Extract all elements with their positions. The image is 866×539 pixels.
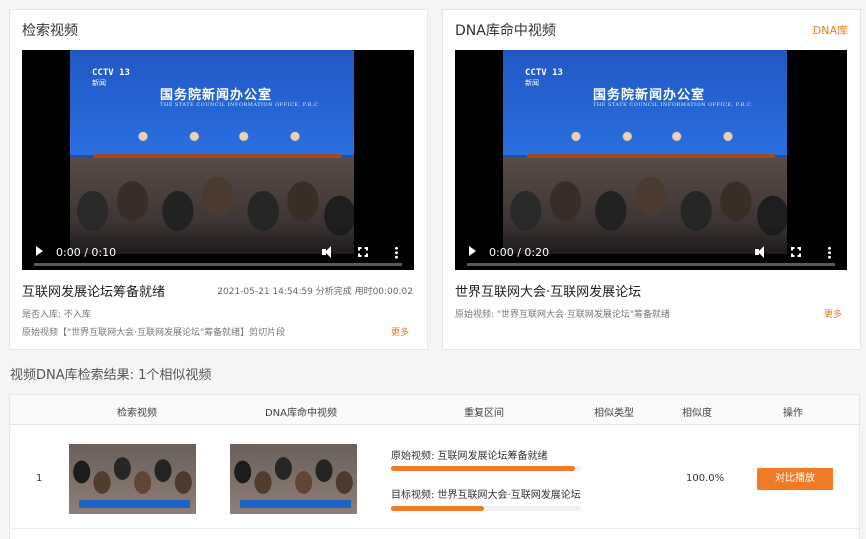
target-segment-label: 目标视频: 世界互联网大会·互联网发展论坛: [391, 490, 581, 501]
video-player[interactable]: CCTV 13 新闻 国务院新闻办公室 THE STATE COUNCIL INF…: [22, 50, 414, 270]
source-segment-track: [391, 466, 581, 471]
card-title: DNA库命中视频: [455, 23, 556, 39]
row-index: 1: [36, 473, 43, 484]
header-dna-hit-video: DNA库命中视频: [264, 408, 338, 419]
video-time: 0:00 / 0:10: [56, 246, 117, 259]
video-title: 世界互联网大会·互联网发展论坛: [455, 285, 642, 300]
search-video-thumbnail[interactable]: [69, 444, 196, 514]
dna-library-link[interactable]: DNA库: [813, 22, 848, 38]
video-progress-bar[interactable]: [467, 263, 835, 266]
search-video-card: 检索视频 CCTV 13 新闻 国务院新闻办公室 THE STATE COUNCI…: [9, 9, 428, 350]
video-controls: 0:00 / 0:10: [22, 224, 414, 270]
analysis-status: 2021-05-21 14:54:59 分析完成 用时00:00:02: [217, 287, 413, 297]
thumbnail-caption-bar: [240, 500, 351, 508]
video-brand-subtext: THE STATE COUNCIL INFORMATION OFFICE, P.…: [160, 102, 319, 108]
original-video-info: 原始视频【"世界互联网大会·互联网发展论坛"筹备就绪】剪切片段: [22, 328, 286, 338]
video-brand-subtext: THE STATE COUNCIL INFORMATION OFFICE, P.…: [593, 102, 752, 108]
header-similarity: 相似度: [682, 408, 712, 419]
more-link[interactable]: 更多: [391, 325, 409, 338]
similarity-value: 100.0%: [686, 473, 725, 484]
video-progress-bar[interactable]: [34, 263, 402, 266]
video-officials: [557, 128, 747, 156]
table-header: 检索视频 DNA库命中视频 重复区间 相似类型 相似度 操作: [10, 395, 859, 425]
header-similar-type: 相似类型: [594, 408, 634, 419]
header-search-video: 检索视频: [117, 408, 157, 419]
channel-logo: CCTV 13 新闻: [92, 68, 130, 87]
results-title: 视频DNA库检索结果: 1个相似视频: [10, 368, 212, 383]
fullscreen-icon[interactable]: [791, 247, 801, 257]
header-actions: 操作: [783, 408, 803, 419]
volume-icon[interactable]: [322, 246, 334, 258]
play-icon[interactable]: [469, 246, 476, 256]
source-segment-label: 原始视频: 互联网发展论坛筹备就绪: [391, 451, 548, 462]
video-brand-text: 国务院新闻办公室: [160, 88, 273, 103]
target-segment-fill: [391, 506, 485, 511]
fullscreen-icon[interactable]: [358, 247, 368, 257]
in-library-status: 是否入库: 不入库: [22, 310, 91, 320]
more-link[interactable]: 更多: [824, 307, 842, 320]
compare-play-button[interactable]: 对比播放: [757, 468, 833, 490]
dna-hit-video-card: DNA库命中视频 DNA库 CCTV 13 新闻 国务院新闻办公室 THE STA…: [442, 9, 861, 350]
channel-logo: CCTV 13 新闻: [525, 68, 563, 87]
play-icon[interactable]: [36, 246, 43, 256]
results-table: 检索视频 DNA库命中视频 重复区间 相似类型 相似度 操作 1 原始视频: 互…: [9, 394, 860, 539]
video-time: 0:00 / 0:20: [489, 246, 550, 259]
thumbnail-caption-bar: [79, 500, 190, 508]
video-officials: [124, 128, 314, 156]
video-title: 互联网发展论坛筹备就绪: [22, 285, 166, 300]
more-options-icon[interactable]: [828, 246, 831, 259]
video-brand-text: 国务院新闻办公室: [593, 88, 706, 103]
source-segment-fill: [391, 466, 576, 471]
dna-hit-thumbnail[interactable]: [230, 444, 357, 514]
video-player[interactable]: CCTV 13 新闻 国务院新闻办公室 THE STATE COUNCIL INF…: [455, 50, 847, 270]
more-options-icon[interactable]: [395, 246, 398, 259]
video-controls: 0:00 / 0:20: [455, 224, 847, 270]
target-segment-track: [391, 506, 581, 511]
table-row: 1 原始视频: 互联网发展论坛筹备就绪 目标视频: 世界互联网大会·互联网发展论…: [10, 425, 859, 529]
original-video-info: 原始视频: "世界互联网大会·互联网发展论坛"筹备就绪: [455, 310, 671, 320]
card-title: 检索视频: [22, 23, 78, 39]
header-repeat-range: 重复区间: [464, 408, 504, 419]
volume-icon[interactable]: [755, 246, 767, 258]
